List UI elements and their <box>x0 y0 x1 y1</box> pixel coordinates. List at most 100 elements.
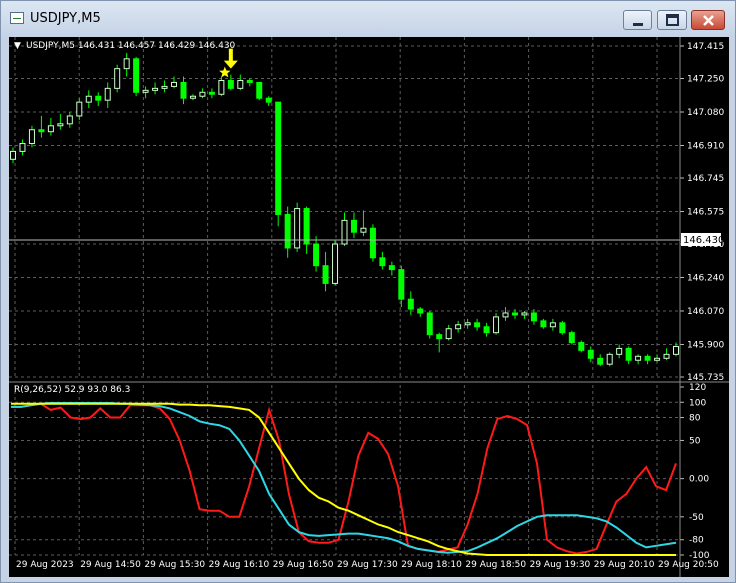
candle-body <box>313 243 320 267</box>
candle-body <box>57 123 64 127</box>
time-tick-label: 29 Aug 18:10 <box>401 560 462 570</box>
candle-body <box>436 334 443 340</box>
maximize-button[interactable] <box>657 10 687 30</box>
candle-body <box>76 101 83 117</box>
candle-body <box>142 89 149 93</box>
time-tick-label: 29 Aug 20:10 <box>594 560 655 570</box>
time-tick-label: 29 Aug 17:30 <box>337 560 398 570</box>
candle-body <box>265 97 272 103</box>
candle-body <box>284 213 291 249</box>
candle-body <box>673 345 679 355</box>
indicator-tick-label: 50 <box>689 436 701 446</box>
candle-body <box>95 95 102 101</box>
star-icon <box>219 66 231 78</box>
candle-body <box>493 316 500 334</box>
candle-body <box>606 353 613 365</box>
candle-body <box>85 95 92 103</box>
time-tick-label: 29 Aug 20:50 <box>658 560 719 570</box>
maximize-icon <box>666 14 679 26</box>
price-tick-label: 147.080 <box>687 108 724 118</box>
candle-body <box>521 312 528 316</box>
candle-body <box>663 353 670 359</box>
candle-body <box>19 143 26 152</box>
candle-body <box>322 265 329 284</box>
candle-body <box>530 312 537 322</box>
indicator-tick-label: -80 <box>689 536 704 546</box>
candle-body <box>635 355 642 361</box>
candle-body <box>256 81 263 99</box>
price-tick-label: 146.240 <box>687 274 724 284</box>
price-tick-label: 146.575 <box>687 208 724 218</box>
candle-body <box>104 87 111 101</box>
indicator-lines <box>11 402 677 556</box>
close-icon <box>703 15 714 26</box>
candle-body <box>38 129 45 133</box>
candle-body <box>445 328 452 340</box>
candle-body <box>511 312 518 316</box>
candle-body <box>483 326 490 334</box>
candle-body <box>246 79 253 83</box>
candle-body <box>455 324 462 330</box>
chart-area[interactable]: 147.415 147.250 147.080 146.910 146.745 146.5… <box>9 37 729 577</box>
time-axis: 29 Aug 2023 29 Aug 14:50 29 Aug 15:30 29 Au… <box>16 560 719 570</box>
indicator-series-26 <box>11 402 677 554</box>
candle-body <box>227 79 234 89</box>
price-tick-label: 147.415 <box>687 42 724 52</box>
time-tick-label: 29 Aug 16:10 <box>209 560 270 570</box>
indicator-tick-label: 80 <box>689 414 701 424</box>
candle-body <box>625 347 632 361</box>
terminal-window: USDJPY,M5 147.415 147.250 147.080 146.910 14… <box>0 0 736 583</box>
candle-body <box>275 101 282 215</box>
title-bar[interactable]: USDJPY,M5 <box>1 1 735 37</box>
current-price-label: 146.430 <box>683 235 724 246</box>
candle-body <box>559 322 566 334</box>
price-axis: 147.415 147.250 147.080 146.910 146.745 146.5… <box>680 42 724 383</box>
price-tick-label: 147.250 <box>687 75 724 85</box>
candle-body <box>332 243 339 284</box>
candle-body <box>540 320 547 328</box>
candle-body <box>369 227 376 259</box>
minimize-icon <box>633 23 643 26</box>
candle-body <box>218 79 225 95</box>
close-button[interactable] <box>691 10 725 30</box>
candle-body <box>28 129 35 145</box>
candle-body <box>10 150 16 160</box>
candle-body <box>597 357 604 365</box>
candle-body <box>208 91 215 95</box>
time-tick-label: 29 Aug 18:50 <box>465 560 526 570</box>
indicator-series-52 <box>11 402 676 556</box>
candle-body <box>114 68 121 89</box>
candle-body <box>549 322 556 328</box>
time-tick-label: 29 Aug 16:50 <box>273 560 334 570</box>
minimize-button[interactable] <box>623 10 652 30</box>
candle-body <box>123 58 130 70</box>
price-tick-label: 145.900 <box>687 340 724 350</box>
indicator-tick-label: 100 <box>689 398 706 408</box>
candle-body <box>654 357 661 361</box>
indicator-tick-label: -50 <box>689 513 704 523</box>
price-tick-label: 146.070 <box>687 307 724 317</box>
chart-canvas[interactable]: 147.415 147.250 147.080 146.910 146.745 146.5… <box>9 37 729 577</box>
candle-body <box>388 265 395 271</box>
price-tick-label: 146.745 <box>687 174 724 184</box>
time-tick-label: 29 Aug 19:30 <box>530 560 591 570</box>
time-tick-label: 29 Aug 2023 <box>16 560 74 570</box>
time-tick-label: 29 Aug 15:30 <box>144 560 205 570</box>
candle-body <box>587 349 594 359</box>
candle-body <box>426 312 433 336</box>
candle-body <box>199 91 206 97</box>
candle-body <box>47 125 54 133</box>
price-tick-label: 146.910 <box>687 141 724 151</box>
indicator-grid <box>9 385 680 556</box>
chart-window-icon <box>10 12 24 24</box>
candle-body <box>502 312 509 318</box>
indicator-axis: 12010080500.00-50-80-100 <box>680 383 710 561</box>
candle-body <box>644 355 651 361</box>
candle-body <box>568 332 575 344</box>
chart-menu-triangle-icon[interactable]: ▼ <box>14 41 21 51</box>
indicator-header: R(9,26,52) 52.9 93.0 86.3 <box>14 385 130 395</box>
window-title: USDJPY,M5 <box>30 11 101 26</box>
arrow-down-icon <box>223 48 238 69</box>
indicator-tick-label: 120 <box>689 383 706 393</box>
candle-body <box>133 58 140 93</box>
